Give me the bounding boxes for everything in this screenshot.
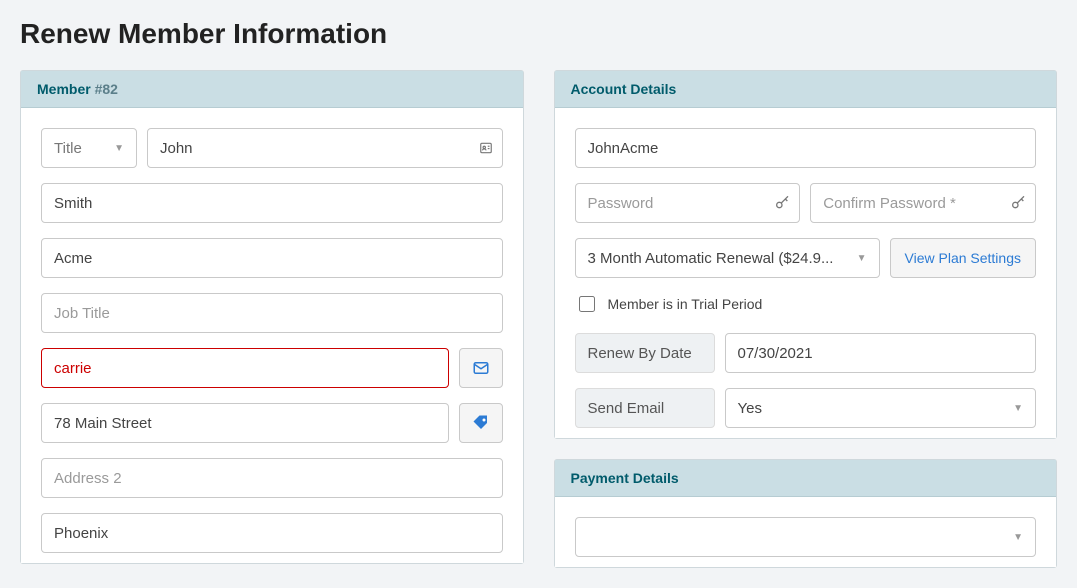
tag-icon xyxy=(472,414,490,432)
title-select[interactable]: Title ▼ xyxy=(41,128,137,168)
confirm-password-input[interactable] xyxy=(810,183,1036,223)
company-input[interactable] xyxy=(41,238,503,278)
first-name-input[interactable] xyxy=(147,128,503,168)
member-panel-header: Member #82 xyxy=(21,71,523,108)
email-icon-addon xyxy=(459,348,503,388)
password-input[interactable] xyxy=(575,183,801,223)
send-email-label: Send Email xyxy=(575,388,715,428)
job-title-input[interactable] xyxy=(41,293,503,333)
account-panel-header: Account Details xyxy=(555,71,1057,108)
payment-panel: Payment Details ▼ xyxy=(554,459,1058,568)
send-email-select[interactable]: Yes ▼ xyxy=(725,388,1037,428)
address1-input[interactable] xyxy=(41,403,449,443)
member-header-prefix: Member xyxy=(37,81,95,97)
mail-icon xyxy=(472,359,490,377)
renew-by-label: Renew By Date xyxy=(575,333,715,373)
trial-period-label: Member is in Trial Period xyxy=(608,296,763,312)
email-input[interactable] xyxy=(41,348,449,388)
address2-input[interactable] xyxy=(41,458,503,498)
member-header-number: #82 xyxy=(95,81,118,97)
chevron-down-icon: ▼ xyxy=(1013,403,1023,414)
chevron-down-icon: ▼ xyxy=(857,253,867,264)
view-plan-settings-button[interactable]: View Plan Settings xyxy=(890,238,1036,278)
send-email-value: Yes xyxy=(738,400,762,417)
chevron-down-icon: ▼ xyxy=(114,143,124,154)
username-input[interactable] xyxy=(575,128,1037,168)
page-title: Renew Member Information xyxy=(0,0,1077,60)
trial-period-checkbox[interactable] xyxy=(579,296,595,312)
tag-icon-addon xyxy=(459,403,503,443)
member-panel: Member #82 Title ▼ xyxy=(20,70,524,564)
plan-select-value: 3 Month Automatic Renewal ($24.9... xyxy=(588,250,834,267)
last-name-input[interactable] xyxy=(41,183,503,223)
renew-by-date-input[interactable] xyxy=(725,333,1037,373)
payment-panel-header: Payment Details xyxy=(555,460,1057,497)
city-input[interactable] xyxy=(41,513,503,553)
plan-select[interactable]: 3 Month Automatic Renewal ($24.9... ▼ xyxy=(575,238,880,278)
account-panel: Account Details xyxy=(554,70,1058,439)
title-select-placeholder: Title xyxy=(54,140,82,157)
payment-select[interactable]: ▼ xyxy=(575,517,1037,557)
chevron-down-icon: ▼ xyxy=(1013,532,1023,543)
